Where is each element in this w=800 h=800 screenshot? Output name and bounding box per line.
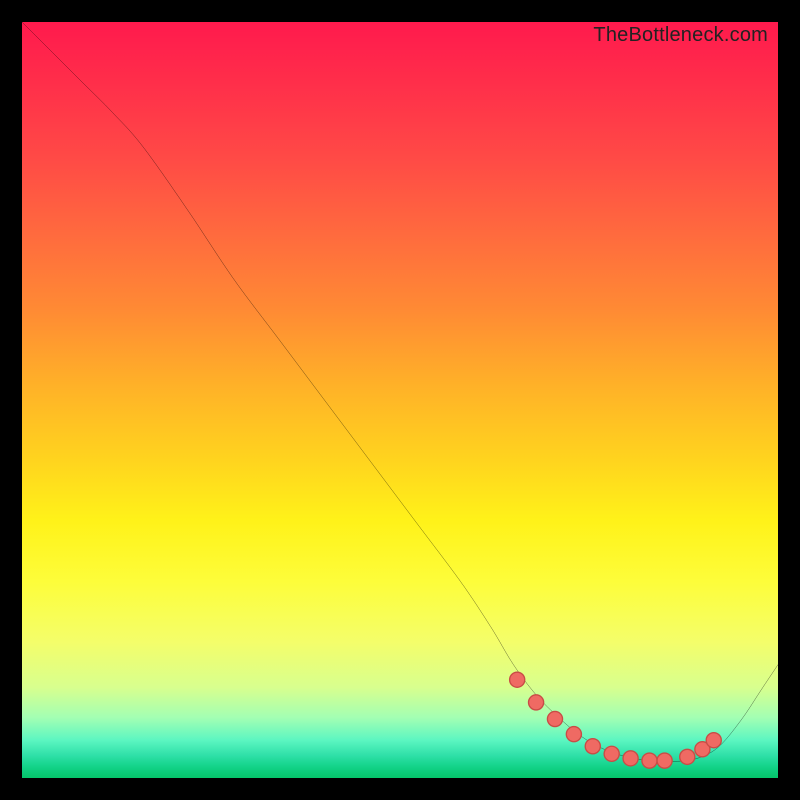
highlight-dot [547, 711, 562, 726]
highlight-dot [706, 733, 721, 748]
highlight-dot [657, 753, 672, 768]
highlight-dots [22, 22, 778, 778]
plot-area: TheBottleneck.com [22, 22, 778, 778]
highlight-dot [604, 746, 619, 761]
highlight-dot [623, 751, 638, 766]
bottleneck-curve [22, 22, 778, 778]
attribution-text: TheBottleneck.com [593, 24, 768, 47]
highlight-dot [680, 749, 695, 764]
highlight-dot [585, 739, 600, 754]
highlight-dot [642, 753, 657, 768]
highlight-dot [529, 695, 544, 710]
highlight-dot [566, 727, 581, 742]
curve-path [22, 22, 778, 761]
dot-group [510, 672, 722, 768]
highlight-dot [695, 742, 710, 757]
chart-stage: TheBottleneck.com [0, 0, 800, 800]
highlight-dot [510, 672, 525, 687]
